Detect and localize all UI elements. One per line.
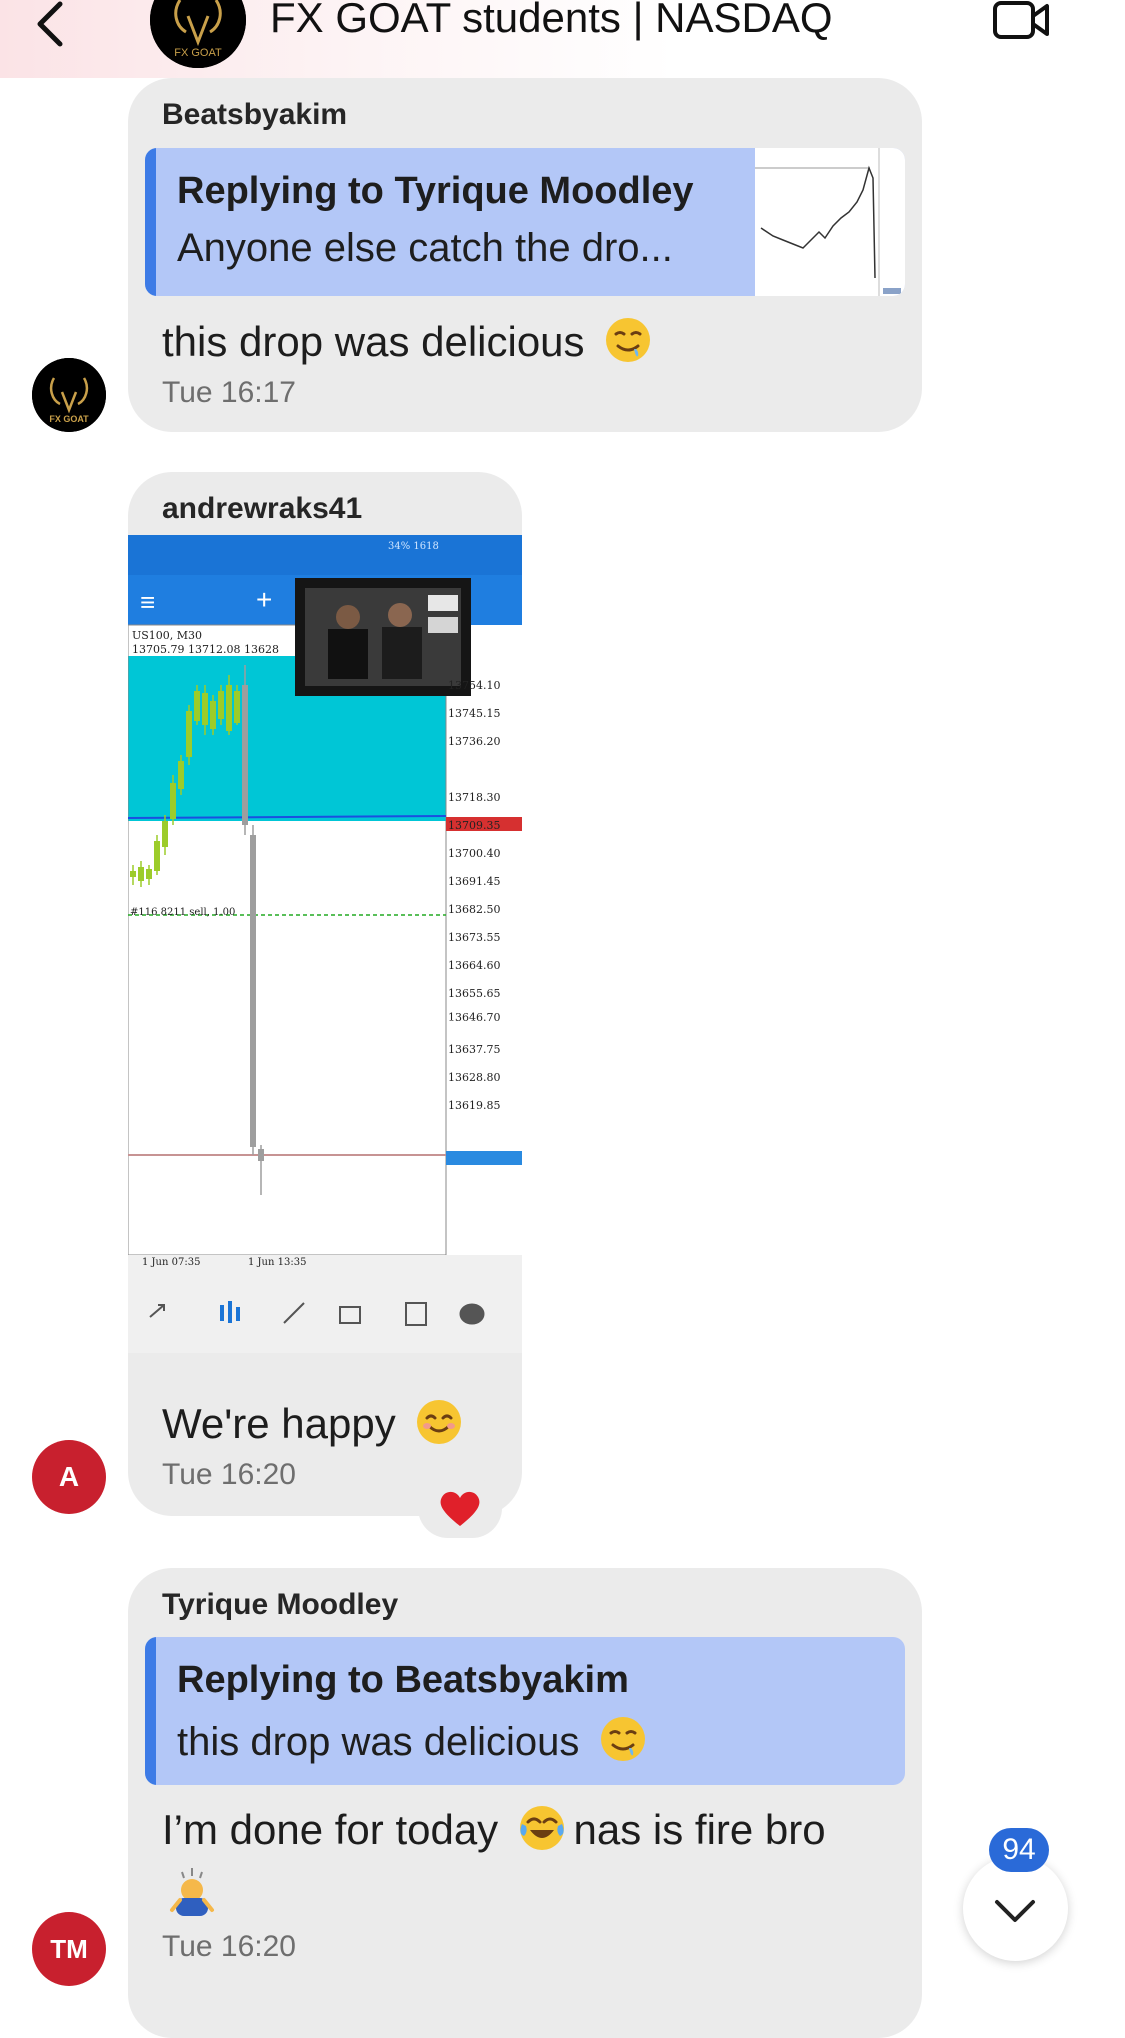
price-axis-label: 13682.50 <box>448 903 501 916</box>
message-text: We're happy <box>162 1398 463 1448</box>
candle-body <box>210 701 216 729</box>
chart-screenshot[interactable]: ≡ + 34% 1618 US100, M30 13705.79 13712.0… <box>128 535 522 1353</box>
price-axis-label: 13729.27 <box>448 755 501 768</box>
price-axis-label: 13655.65 <box>448 987 501 1000</box>
chat-title[interactable]: FX GOAT students | NASDAQ <box>270 0 833 42</box>
drooling-face-icon <box>606 318 651 362</box>
plus-icon: + <box>256 584 272 615</box>
sender-avatar[interactable]: TM <box>32 1912 106 1986</box>
message-sender: Tyrique Moodley <box>162 1588 399 1621</box>
reply-quote-text: Anyone else catch the dro... <box>177 226 673 270</box>
chart-toolbar <box>149 1301 485 1326</box>
candle-body <box>202 693 208 725</box>
message-sender: Beatsbyakim <box>162 98 348 131</box>
message-time: Tue 16:17 <box>162 376 296 409</box>
candle-body <box>250 835 256 1147</box>
price-axis-label: 13664.60 <box>448 959 501 972</box>
heart-icon <box>440 1491 480 1526</box>
unread-count-badge: 94 <box>989 1828 1049 1872</box>
price-axis-label: 13673.55 <box>448 931 501 944</box>
price-axis-label: 13619.85 <box>448 1099 501 1112</box>
message-text: I’m done for today nas is fire bro <box>162 1804 826 1854</box>
price-axis-label: 13691.45 <box>448 875 501 888</box>
price-axis-label: 13718.30 <box>448 791 501 804</box>
sender-avatar[interactable]: A <box>32 1440 106 1514</box>
candle-body <box>138 867 144 881</box>
drooling-face-icon <box>600 1717 645 1761</box>
sender-avatar[interactable]: FX GOAT <box>32 358 106 432</box>
reply-bar <box>145 148 156 296</box>
message-text-content: this drop was delicious <box>162 318 585 365</box>
sender-avatar-text: FX GOAT <box>49 414 89 424</box>
message-text: this drop was delicious <box>162 316 652 366</box>
price-axis-label: 13643.40 <box>448 1019 501 1032</box>
order-label: #116 8211 sell, 1.00 <box>130 907 236 918</box>
tears-of-joy-icon <box>519 1806 564 1850</box>
chart-symbol: US100, M30 <box>132 629 203 642</box>
sender-avatar-initials: A <box>58 1461 80 1492</box>
candle-body <box>154 841 160 871</box>
video-camera-icon <box>993 1 1049 39</box>
message-text-part: I’m done for today <box>162 1806 499 1853</box>
x-axis-label: 1 Jun 13:35 <box>248 1257 307 1268</box>
sender-avatar-initials: TM <box>50 1933 88 1964</box>
smiling-face-icon <box>417 1400 462 1444</box>
price-axis-label: 13700.40 <box>448 847 501 860</box>
candle-body <box>226 685 232 731</box>
candle-body <box>178 761 184 789</box>
message-time: Tue 16:20 <box>162 1458 296 1491</box>
price-axis-label: 13736.20 <box>448 735 501 748</box>
heart-reaction[interactable] <box>418 1478 502 1538</box>
group-avatar-text: FX GOAT <box>174 47 222 59</box>
chevron-left-icon <box>37 1 63 47</box>
candle-body <box>258 1149 264 1161</box>
candle-body <box>162 821 168 847</box>
trading-chart: ≡ + <box>128 535 522 1353</box>
candle-body <box>130 871 136 877</box>
price-axis-label: 13709.35 <box>448 819 501 832</box>
price-axis-label: 13754.10 <box>448 679 501 692</box>
video-call-button[interactable] <box>992 0 1052 42</box>
reply-quote-title: Replying to Beatsbyakim <box>177 1659 629 1701</box>
candle-body <box>186 711 192 757</box>
reply-thumbnail <box>755 148 905 296</box>
candle-body <box>234 691 240 723</box>
candle-body <box>146 869 152 879</box>
message-text-content: We're happy <box>162 1400 396 1447</box>
reply-quote-text: this drop was delicious <box>177 1715 647 1765</box>
chart-status-bar: 34% 1618 <box>388 541 439 552</box>
price-axis-label: 13745.15 <box>448 707 501 720</box>
candle-body <box>218 691 224 719</box>
reply-quote-title: Replying to Tyrique Moodley <box>177 170 694 212</box>
chart-ohlc: 13705.79 13712.08 13628 <box>132 643 279 656</box>
message-time: Tue 16:20 <box>162 1930 296 1963</box>
candle-body <box>170 783 176 819</box>
reply-bar <box>145 1637 156 1785</box>
goat-logo-icon: FX GOAT <box>32 358 106 432</box>
reply-quote-text-content: this drop was delicious <box>177 1720 580 1764</box>
x-axis-label: 1 Jun 07:35 <box>142 1257 201 1268</box>
reply-quote[interactable]: Replying to Tyrique Moodley Anyone else … <box>145 148 905 296</box>
message-sender: andrewraks41 <box>162 492 363 525</box>
candle-body <box>242 685 248 825</box>
exhausted-person-icon <box>170 1868 214 1916</box>
menu-icon: ≡ <box>140 587 155 617</box>
message-text-part: nas is fire bro <box>573 1806 826 1853</box>
candle-body <box>194 691 200 721</box>
back-button[interactable] <box>28 0 78 50</box>
reply-quote[interactable]: Replying to Beatsbyakim this drop was de… <box>145 1637 905 1785</box>
price-axis-label: 13637.75 <box>448 1043 501 1056</box>
price-axis-label: 13628.80 <box>448 1071 501 1084</box>
